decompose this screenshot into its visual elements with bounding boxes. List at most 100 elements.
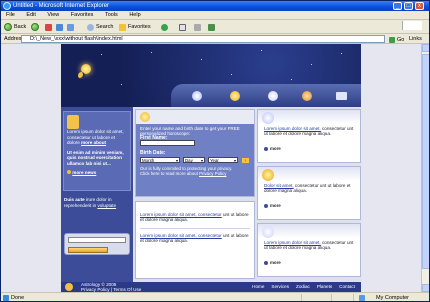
maximize-button[interactable]: □ bbox=[404, 2, 413, 10]
computer-icon bbox=[359, 295, 365, 301]
year-select[interactable]: Year bbox=[208, 157, 238, 163]
tab-mail[interactable] bbox=[325, 86, 357, 106]
star-icon bbox=[119, 23, 126, 31]
left-search-input[interactable] bbox=[68, 237, 126, 243]
footer-nav-planets[interactable]: Planets bbox=[317, 284, 332, 289]
menu-view[interactable]: View bbox=[47, 12, 59, 18]
mail-button[interactable] bbox=[179, 23, 186, 31]
card-link[interactable]: Lorem ipsum dolor sit amet, bbox=[264, 240, 321, 245]
zone-text: My Computer bbox=[375, 295, 409, 301]
left-bottom-text: Duis aute irure dolor in reprehenderit i… bbox=[64, 197, 117, 208]
footer-nav-contact[interactable]: Contact bbox=[339, 284, 355, 289]
page-icon bbox=[3, 295, 9, 301]
tab-planet[interactable] bbox=[291, 86, 323, 106]
back-arrow-icon bbox=[4, 23, 12, 31]
mail-icon bbox=[335, 92, 347, 100]
horoscope-form: Enter your name and birth date to get yo… bbox=[135, 109, 255, 197]
right-column: Lorem ipsum dolor sit amet, consectetur … bbox=[257, 107, 361, 282]
window-title: Untitled - Microsoft Internet Explorer bbox=[13, 3, 110, 9]
footer-nav-services[interactable]: Services bbox=[271, 284, 289, 289]
month-select[interactable]: Month bbox=[140, 157, 180, 163]
menu-bar: File Edit View Favorites Tools Help bbox=[1, 11, 429, 30]
refresh-button[interactable] bbox=[56, 23, 63, 31]
scroll-up-button[interactable] bbox=[422, 44, 429, 52]
close-button[interactable]: x bbox=[415, 2, 424, 10]
menu-help[interactable]: Help bbox=[129, 12, 140, 18]
voluptate-link[interactable]: voluptate bbox=[97, 203, 116, 208]
left-info-box: Lorem ipsum dolor sit amet, consectetur … bbox=[63, 111, 131, 191]
scroll-down-button[interactable] bbox=[422, 284, 429, 292]
footer-nav: Home Services Zodiac Planets Contact bbox=[252, 284, 355, 289]
more-news-link[interactable]: more news bbox=[72, 170, 96, 175]
menu-edit[interactable]: Edit bbox=[26, 12, 35, 18]
news-item: Lorem ipsum dolor sit amet, consectetur … bbox=[140, 233, 249, 244]
scroll-thumb[interactable] bbox=[422, 54, 429, 269]
first-name-input[interactable] bbox=[140, 140, 195, 146]
more-link[interactable]: more bbox=[264, 203, 281, 208]
search-button[interactable]: Search bbox=[87, 23, 113, 31]
vertical-scrollbar[interactable] bbox=[421, 44, 429, 292]
menu-file[interactable]: File bbox=[6, 12, 15, 18]
menu-favorites[interactable]: Favorites bbox=[71, 12, 94, 18]
more-link[interactable]: more bbox=[264, 260, 281, 265]
sparkle-icon bbox=[140, 112, 150, 122]
left-search-box bbox=[64, 233, 130, 255]
card-link[interactable]: Lorem ipsum dolor sit amet, bbox=[264, 126, 321, 131]
card-link[interactable]: Dolor sit amet, bbox=[264, 183, 294, 188]
news-link[interactable]: Lorem ipsum dolor sit amet, consectetur bbox=[140, 233, 222, 238]
links-button[interactable]: Links bbox=[409, 34, 422, 44]
birth-date-label: Birth Date: bbox=[140, 150, 166, 156]
stop-button[interactable] bbox=[45, 23, 52, 31]
news-item: Lorem ipsum dolor sit amet, consectetur … bbox=[140, 212, 249, 223]
toolbar: Back Search Favorites bbox=[1, 20, 429, 34]
more-link[interactable]: more bbox=[264, 146, 281, 151]
tab-sun[interactable] bbox=[219, 86, 251, 106]
bullet-icon bbox=[264, 146, 268, 151]
footer-nav-home[interactable]: Home bbox=[252, 284, 264, 289]
home-button[interactable] bbox=[67, 23, 74, 31]
right-card: Lorem ipsum dolor sit amet, consectetur … bbox=[257, 223, 361, 277]
tab-stars[interactable] bbox=[181, 86, 213, 106]
tab-sparkle[interactable] bbox=[257, 86, 289, 106]
news-link[interactable]: Lorem ipsum dolor sit amet, consectetur bbox=[140, 212, 222, 217]
left-search-button[interactable] bbox=[68, 247, 108, 253]
privacy-note: Our is fully commited to protecting your… bbox=[140, 166, 233, 177]
stop-icon bbox=[45, 23, 52, 31]
day-select[interactable]: Day bbox=[183, 157, 205, 163]
favorites-button[interactable]: Favorites bbox=[119, 23, 151, 31]
star-icon bbox=[192, 91, 202, 101]
news-box: Lorem ipsum dolor sit amet, consectetur … bbox=[135, 201, 255, 279]
horoscope-header bbox=[136, 110, 254, 124]
status-text: Done bbox=[11, 295, 25, 301]
moon-icon bbox=[65, 283, 73, 291]
edit-icon bbox=[208, 23, 215, 31]
back-button[interactable]: Back bbox=[4, 23, 26, 31]
sparkle-icon bbox=[268, 91, 278, 101]
page-viewport: Lorem ipsum dolor sit amet, consectetur … bbox=[1, 44, 421, 292]
title-bar: Untitled - Microsoft Internet Explorer _… bbox=[1, 1, 429, 11]
sparkle-icon bbox=[262, 226, 274, 238]
print-button[interactable] bbox=[194, 23, 201, 31]
more-about-link[interactable]: more about bbox=[81, 140, 106, 145]
search-icon bbox=[87, 23, 94, 31]
edit-button[interactable] bbox=[208, 23, 215, 31]
site-content: Lorem ipsum dolor sit amet, consectetur … bbox=[61, 107, 361, 282]
mail-icon bbox=[179, 23, 186, 31]
divider bbox=[140, 228, 250, 229]
menu-tools[interactable]: Tools bbox=[105, 12, 118, 18]
go-arrow-icon bbox=[389, 37, 395, 43]
footer-nav-zodiac[interactable]: Zodiac bbox=[296, 284, 310, 289]
privacy-policy-link[interactable]: Privacy Policy bbox=[199, 171, 226, 176]
astrology-site: Lorem ipsum dolor sit amet, consectetur … bbox=[61, 44, 361, 292]
address-input[interactable]: D:\_New_\xxx\without flash\index.html bbox=[21, 35, 385, 43]
media-icon bbox=[161, 23, 168, 31]
submit-button[interactable]: › bbox=[241, 157, 250, 164]
media-button[interactable] bbox=[161, 23, 168, 31]
forward-arrow-icon bbox=[31, 23, 39, 31]
minimize-button[interactable]: _ bbox=[393, 2, 402, 10]
ie-icon bbox=[3, 2, 11, 10]
header-tab-bar bbox=[171, 84, 361, 107]
forward-button[interactable] bbox=[31, 23, 39, 31]
planet-icon bbox=[302, 91, 312, 101]
left-column: Lorem ipsum dolor sit amet, consectetur … bbox=[61, 107, 133, 282]
